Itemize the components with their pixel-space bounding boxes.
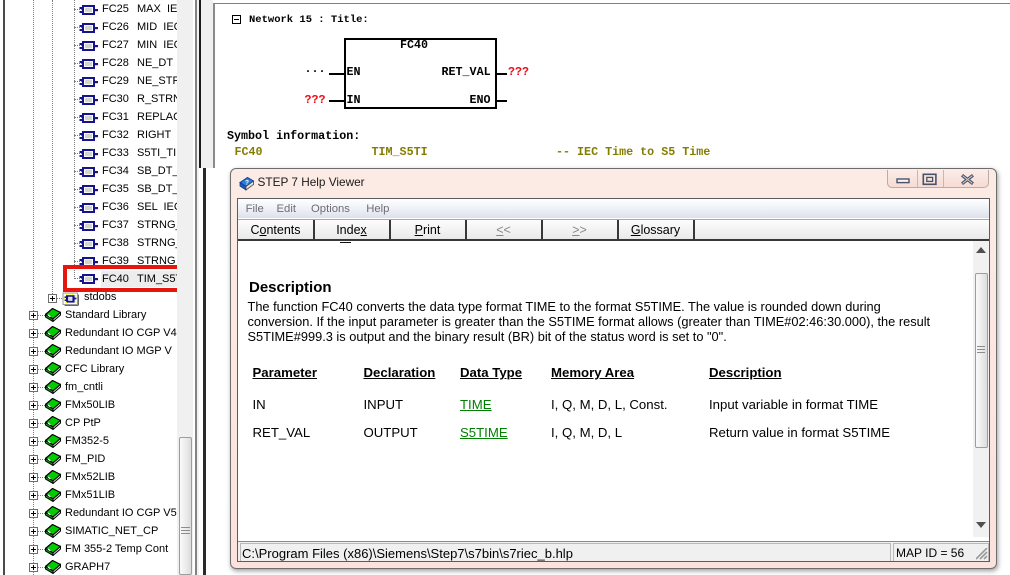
svg-text:?: ? [245, 180, 249, 187]
